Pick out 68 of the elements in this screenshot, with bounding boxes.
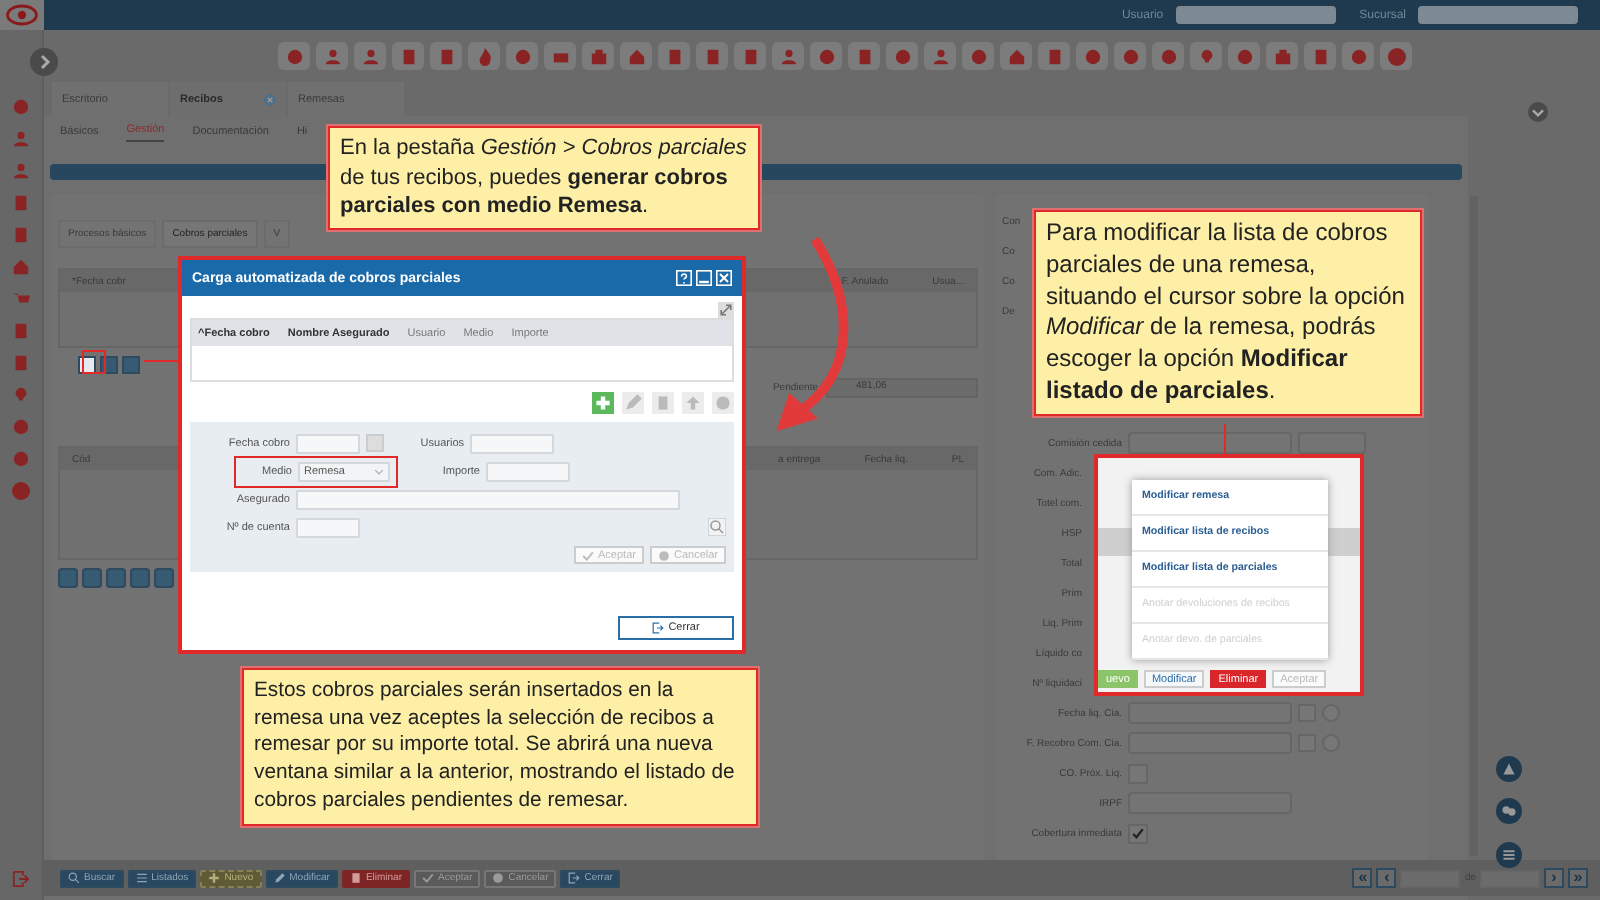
add-icon[interactable] xyxy=(592,392,614,414)
input-field[interactable] xyxy=(1298,432,1366,454)
warning-icon[interactable] xyxy=(1496,756,1522,782)
eye-logo-icon xyxy=(4,2,40,28)
house-icon[interactable] xyxy=(620,42,652,70)
callout-text: En la pestaña Gestión > Cobros parciales de tus recibos, puedes generar cobros parciales con medio Remesa. xyxy=(328,126,760,230)
doc-icon[interactable] xyxy=(1038,42,1070,70)
doc-icon[interactable] xyxy=(658,42,690,70)
trash-icon xyxy=(349,872,362,884)
next-page-button[interactable]: › xyxy=(1544,868,1564,888)
callout-text: Estos cobros parciales serán insertados en la remesa una vez aceptes la selección de recibos a remesar por su importe total. Se abrirá una nueva ventana similar a la anterior, mostrando el listado de cobros parciales pendientes de remesar. xyxy=(242,668,758,826)
doc-icon[interactable] xyxy=(1304,42,1336,70)
expand-icon[interactable] xyxy=(718,302,734,318)
exit-icon xyxy=(568,872,581,884)
branch-field[interactable] xyxy=(1418,6,1578,24)
user-field[interactable] xyxy=(1175,6,1336,24)
first-page-button[interactable]: « xyxy=(1352,868,1373,888)
search-icon xyxy=(68,872,80,884)
check-icon xyxy=(422,872,434,884)
exit-icon xyxy=(652,622,665,634)
pencil-icon[interactable] xyxy=(622,392,644,414)
person-icon[interactable] xyxy=(924,42,956,70)
check-icon xyxy=(582,549,595,561)
page-count-field xyxy=(1480,869,1540,887)
doc-icon[interactable] xyxy=(848,42,880,70)
doc-icon[interactable] xyxy=(430,42,462,70)
doc-icon[interactable] xyxy=(392,42,424,70)
person-icon[interactable] xyxy=(12,130,30,148)
callout-text: Para modificar la lista de cobros parciales de una remesa, situando el cursor sobre la opción Modificar de la remesa, podrás escoger la opción Modificar listado de parciales. xyxy=(1034,210,1422,416)
circle-icon[interactable] xyxy=(712,392,734,414)
person-icon[interactable] xyxy=(772,42,804,70)
collapse-icon[interactable] xyxy=(1528,102,1548,122)
expand-icon[interactable] xyxy=(29,48,57,76)
person-icon[interactable] xyxy=(12,162,30,180)
doc-icon[interactable] xyxy=(734,42,766,70)
circle-icon xyxy=(657,549,670,561)
last-page-button[interactable]: » xyxy=(1568,868,1588,888)
up-arrow-icon[interactable] xyxy=(682,392,704,414)
cart-icon[interactable] xyxy=(12,290,30,308)
bag-icon[interactable] xyxy=(1266,42,1298,70)
input-field[interactable] xyxy=(1128,432,1292,454)
delete-button[interactable] xyxy=(122,356,140,374)
plus-icon xyxy=(208,872,221,884)
bulb-icon[interactable] xyxy=(12,386,30,404)
minimize-icon[interactable] xyxy=(696,270,712,286)
bulb-icon[interactable] xyxy=(1190,42,1222,70)
caret-icon xyxy=(374,467,384,475)
person-icon[interactable] xyxy=(316,42,348,70)
list-icon[interactable] xyxy=(1496,842,1522,868)
cancel-icon xyxy=(492,872,505,884)
previous-page-button[interactable]: ‹ xyxy=(1376,868,1397,888)
bag-icon[interactable] xyxy=(582,42,614,70)
doc-icon[interactable] xyxy=(696,42,728,70)
pencil-icon xyxy=(273,872,286,884)
checkbox[interactable] xyxy=(1128,823,1148,843)
trash-icon[interactable] xyxy=(652,392,674,414)
list-icon xyxy=(135,872,148,884)
account-field[interactable] xyxy=(296,517,360,537)
card-icon[interactable] xyxy=(544,42,576,70)
circle-icon[interactable] xyxy=(12,450,30,468)
link-icon[interactable] xyxy=(1496,798,1522,824)
exit-icon[interactable] xyxy=(12,870,30,888)
house-icon[interactable] xyxy=(12,258,30,276)
search-icon[interactable] xyxy=(708,518,726,536)
house-icon[interactable] xyxy=(1000,42,1032,70)
flame-icon[interactable] xyxy=(468,42,500,70)
person-icon[interactable] xyxy=(354,42,386,70)
highlight-frame xyxy=(82,350,106,374)
